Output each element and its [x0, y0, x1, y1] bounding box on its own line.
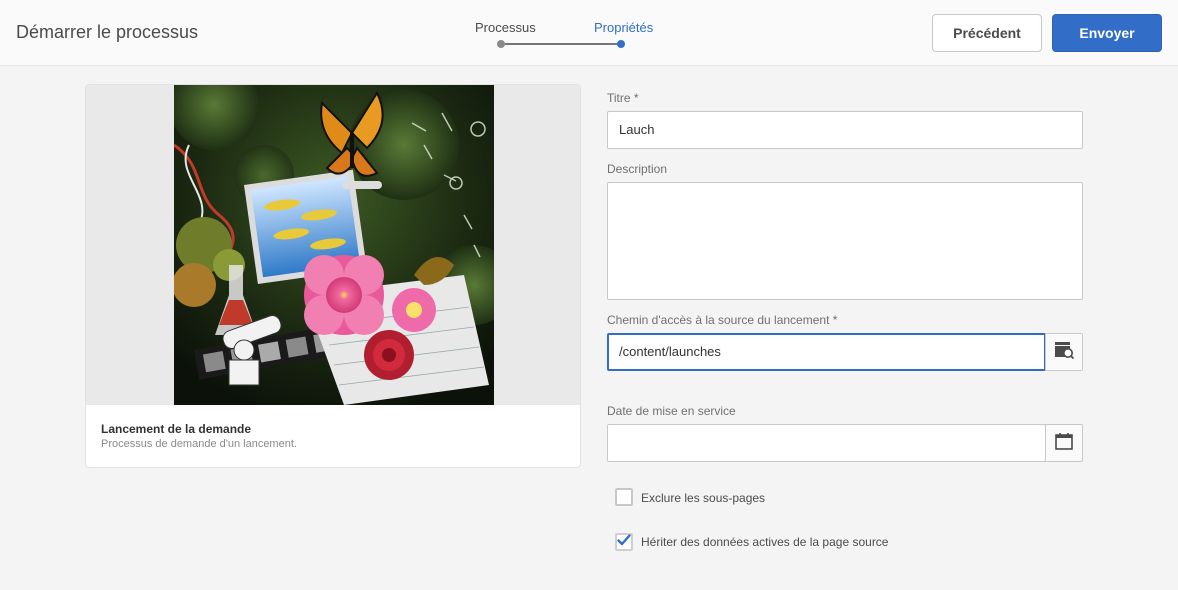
path-browse-button[interactable]	[1045, 333, 1083, 371]
workflow-card[interactable]: Lancement de la demande Processus de dem…	[85, 84, 581, 468]
card-subtitle: Processus de demande d'un lancement.	[101, 438, 297, 450]
inherit-data-label: Hériter des données actives de la page s…	[641, 535, 889, 549]
wizard-stepper: Processus Propriétés	[460, 0, 660, 66]
description-textarea[interactable]	[607, 182, 1083, 300]
page-title: Démarrer le processus	[16, 22, 199, 42]
title-input[interactable]: Lauch	[607, 111, 1083, 149]
card-title: Lancement de la demande	[101, 422, 252, 436]
folder-search-icon	[1054, 341, 1075, 364]
submit-button[interactable]: Envoyer	[1052, 14, 1162, 52]
source-path-input[interactable]: /content/launches	[607, 333, 1046, 371]
previous-button[interactable]: Précédent	[932, 14, 1042, 52]
step-processus-label[interactable]: Processus	[475, 20, 536, 35]
step-proprietes-label[interactable]: Propriétés	[594, 20, 653, 35]
exclude-subpages-checkbox[interactable]	[615, 488, 633, 506]
top-bar: Démarrer le processus Processus Propriét…	[0, 0, 1178, 66]
date-picker-button[interactable]	[1045, 424, 1083, 462]
inherit-data-checkbox[interactable]	[615, 533, 633, 551]
calendar-icon	[1055, 432, 1073, 455]
date-input[interactable]	[607, 424, 1046, 462]
title-label: Titre *	[607, 91, 639, 105]
exclude-subpages-label: Exclure les sous-pages	[641, 491, 766, 505]
workflow-thumbnail-image	[174, 85, 494, 405]
step-processus-dot	[497, 40, 505, 48]
card-thumbnail-area	[86, 85, 580, 405]
stepper-line	[505, 43, 620, 45]
date-label: Date de mise en service	[607, 404, 736, 418]
checkmark-icon	[617, 533, 631, 551]
description-label: Description	[607, 162, 668, 176]
step-proprietes-dot	[617, 40, 625, 48]
source-path-label: Chemin d'accès à la source du lancement …	[607, 313, 838, 327]
